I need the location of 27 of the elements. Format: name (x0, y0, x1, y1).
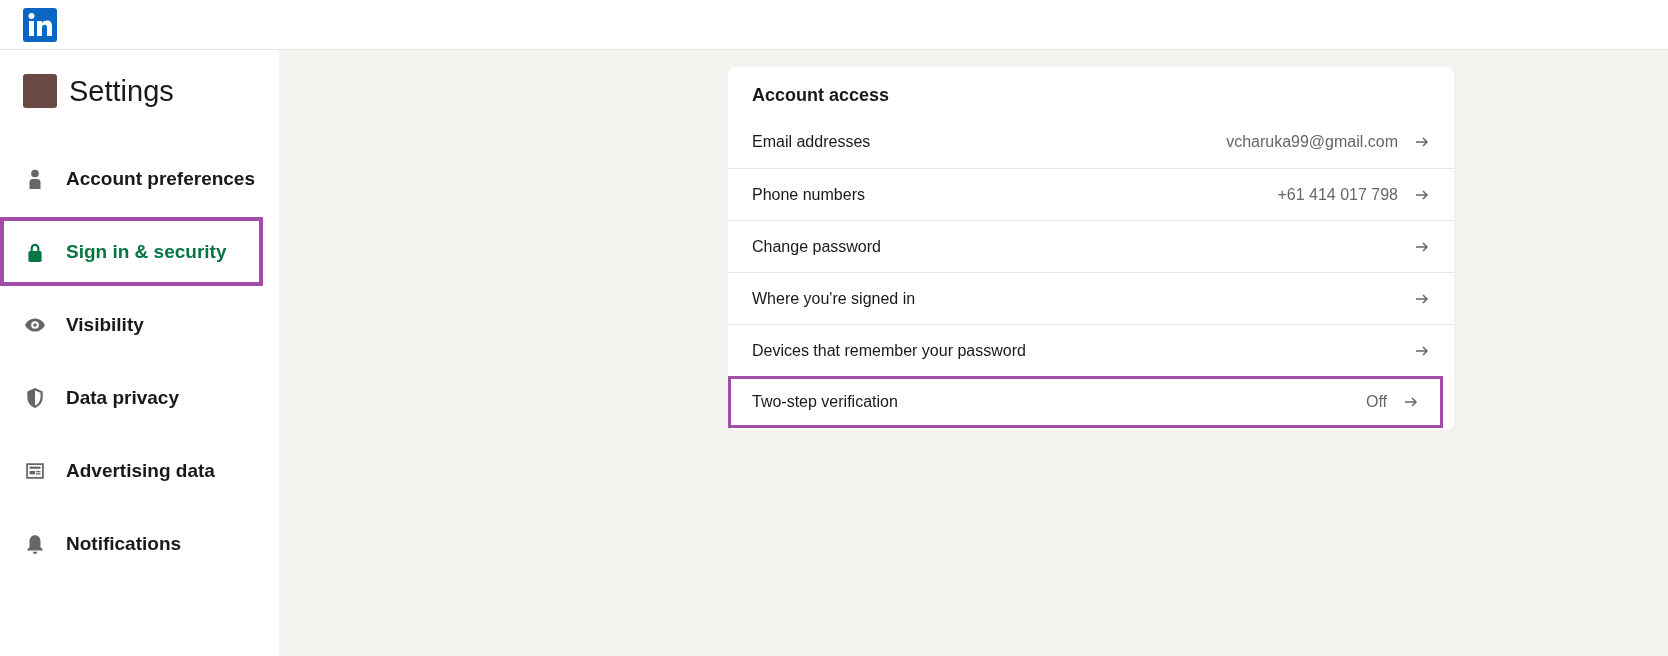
sidebar-item[interactable]: Notifications (0, 509, 263, 578)
row-label: Two-step verification (752, 393, 899, 411)
bell-icon (24, 532, 46, 555)
card-title: Account access (751, 84, 891, 107)
settings-row[interactable]: Email addresses vcharuka99@gmail.com (728, 116, 1454, 168)
settings-row[interactable]: Two-step verification Off (728, 376, 1443, 428)
sidebar-item[interactable]: Account preferences (0, 144, 263, 213)
sidebar-item[interactable]: Visibility (0, 290, 263, 359)
shield-icon (24, 386, 46, 409)
row-label: Change password (752, 237, 882, 256)
row-value: Off (1365, 393, 1387, 411)
settings-row[interactable]: Where you're signed in (728, 272, 1454, 324)
page-title: Settings (69, 74, 174, 108)
row-label: Devices that remember your password (752, 341, 1027, 360)
avatar-placeholder (23, 74, 57, 108)
settings-row[interactable]: Devices that remember your password (728, 324, 1454, 376)
sidebar-item[interactable]: Advertising data (0, 436, 263, 505)
row-value: vcharuka99@gmail.com (1226, 133, 1398, 151)
sidebar-item[interactable]: Sign in & security (0, 217, 263, 286)
logo-icon[interactable] (23, 7, 57, 42)
row-value: +61 414 017 798 (1277, 185, 1398, 204)
row-label: Phone numbers (752, 185, 866, 204)
settings-row[interactable]: Phone numbers +61 414 017 798 (728, 168, 1454, 220)
settings-row[interactable]: Change password (728, 220, 1454, 272)
row-label: Where you're signed in (752, 289, 917, 308)
sidebar-item[interactable]: Data privacy (0, 363, 263, 432)
row-label: Email addresses (752, 133, 872, 151)
